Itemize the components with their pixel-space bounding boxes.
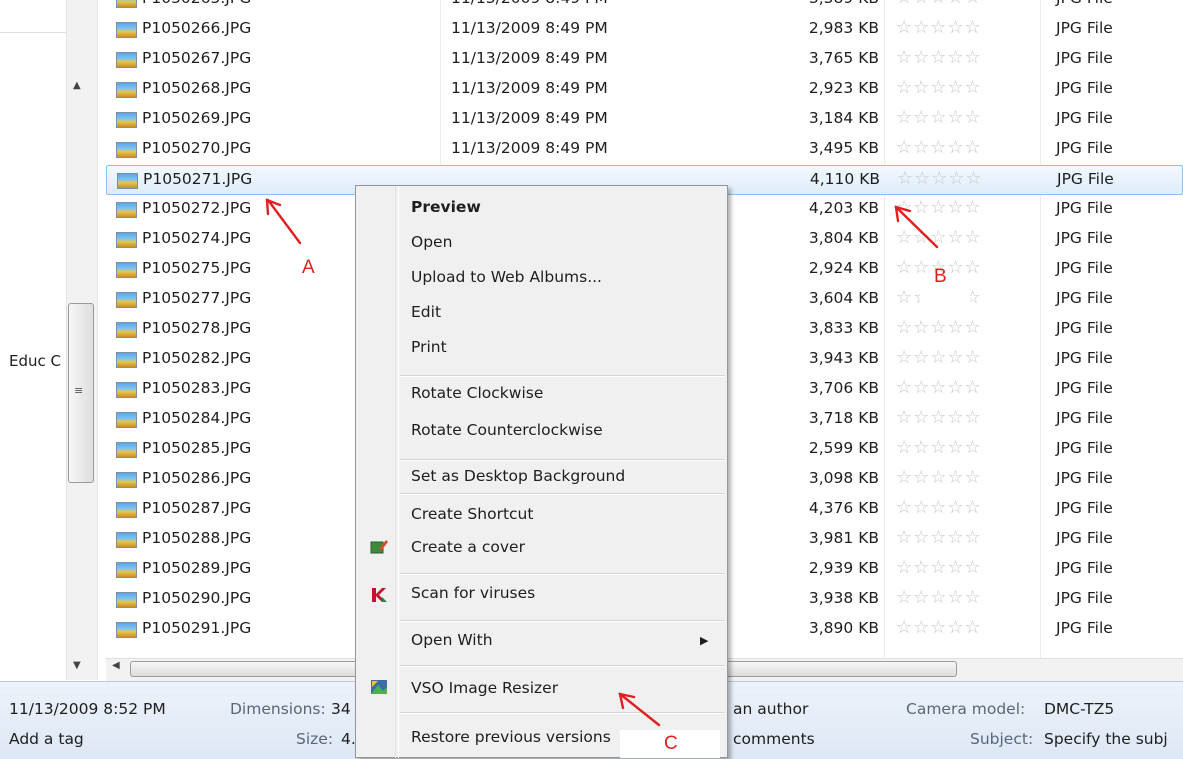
annotation-c: C xyxy=(664,733,678,754)
annotation-a: A xyxy=(302,257,315,278)
arrow-b-icon xyxy=(894,205,939,249)
annotation-b: B xyxy=(934,266,947,287)
arrow-a-icon xyxy=(266,198,302,245)
annotation-arrows xyxy=(265,198,939,727)
arrow-c-icon xyxy=(618,692,661,727)
